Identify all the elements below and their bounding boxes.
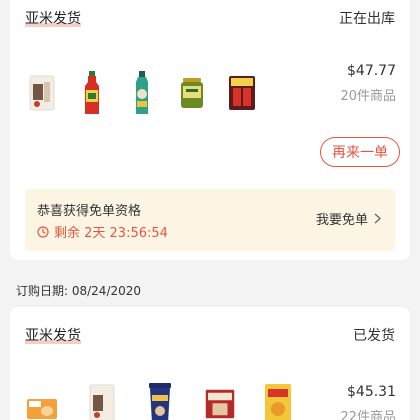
free-order-title: 恭喜获得免单资格: [37, 204, 142, 219]
clock-icon: [37, 225, 49, 238]
order-price-block: $47.77 20件商品: [340, 63, 396, 104]
product-image[interactable]: [263, 381, 293, 420]
product-image[interactable]: [77, 70, 107, 116]
claim-free-order-label: 我要免单: [315, 213, 368, 228]
order-total-price: $45.31: [347, 384, 396, 400]
order-card-header: 亚米发货 已发货: [25, 325, 395, 345]
seller-label: 亚米发货: [25, 325, 81, 345]
product-image[interactable]: [87, 381, 117, 420]
chevron-right-icon: [374, 213, 381, 224]
reorder-button[interactable]: 再来一单: [320, 137, 400, 167]
order-card[interactable]: 亚米发货 正在出库 $47.77 20件商品 再来一单 恭喜获得免单资格 剩余 …: [10, 0, 410, 260]
product-image[interactable]: [145, 381, 175, 420]
product-thumbnails[interactable]: [27, 381, 293, 420]
order-status: 已发货: [353, 328, 395, 344]
seller-label: 亚米发货: [25, 8, 81, 28]
order-card-header: 亚米发货 正在出库: [25, 8, 395, 28]
product-image[interactable]: [205, 381, 235, 420]
free-order-countdown: 剩余 2天 23:56:54: [54, 226, 168, 241]
item-count: 22件商品: [340, 410, 396, 420]
order-status: 正在出库: [339, 11, 395, 27]
order-total-price: $47.77: [347, 63, 396, 79]
free-order-timer: 剩余 2天 23:56:54: [37, 222, 168, 241]
product-thumbnails[interactable]: [27, 70, 257, 116]
product-image[interactable]: [127, 70, 157, 116]
order-date: 订购日期: 08/24/2020: [16, 284, 142, 298]
product-image[interactable]: [227, 70, 257, 116]
item-count: 20件商品: [340, 89, 396, 104]
order-price-block: $45.31 22件商品: [340, 384, 396, 420]
claim-free-order-link[interactable]: 我要免单: [316, 209, 381, 228]
product-image[interactable]: [177, 70, 207, 116]
product-image[interactable]: [27, 70, 57, 116]
product-image[interactable]: [27, 381, 57, 420]
free-order-banner[interactable]: 恭喜获得免单资格 剩余 2天 23:56:54 我要免单: [25, 189, 395, 251]
